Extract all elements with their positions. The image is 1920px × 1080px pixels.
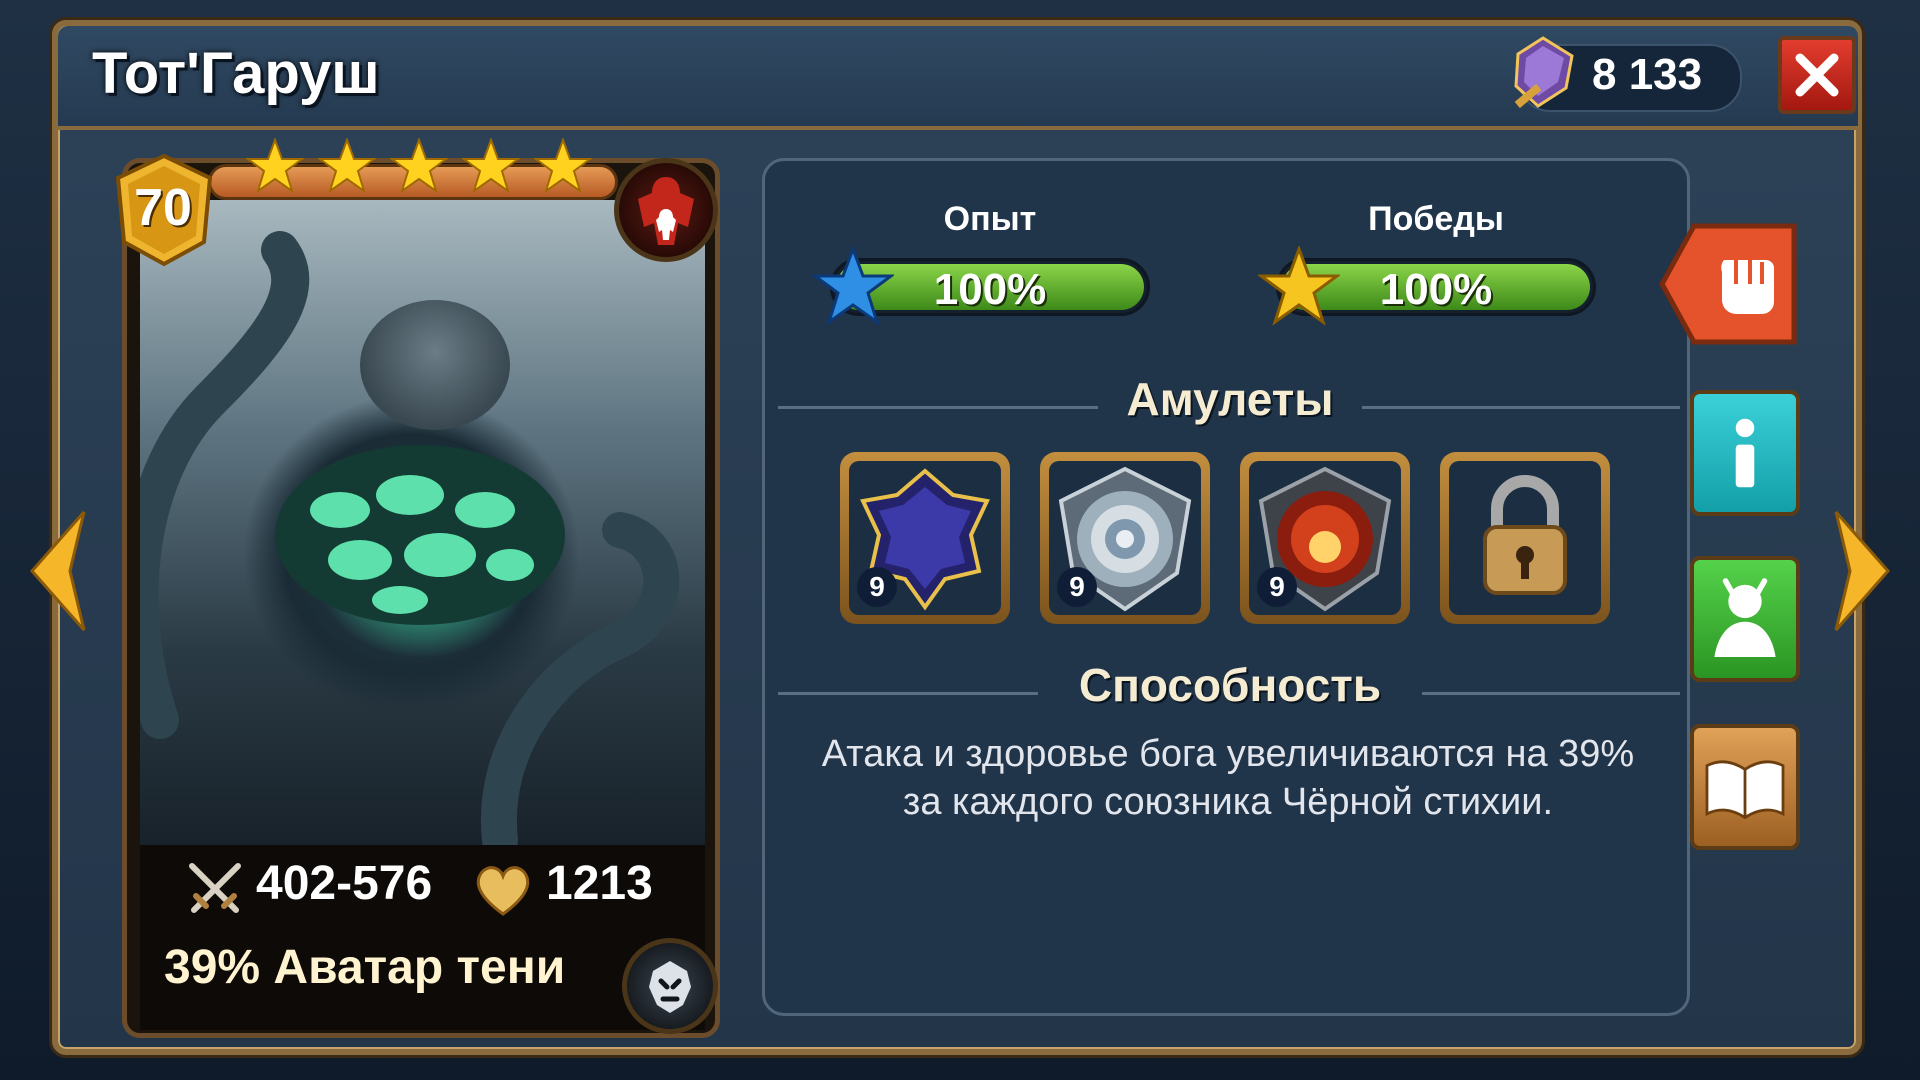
info-icon bbox=[1735, 418, 1755, 488]
amulet-level: 9 bbox=[857, 567, 897, 607]
star-icon bbox=[390, 138, 448, 194]
lock-icon bbox=[1483, 475, 1567, 595]
amulet-slot-dark[interactable]: 9 bbox=[840, 452, 1010, 624]
fist-icon bbox=[1659, 223, 1797, 345]
divider bbox=[778, 692, 1038, 695]
amulet-level: 9 bbox=[1257, 567, 1297, 607]
ability-line-1: Атака и здоровье бога увеличиваются на 3… bbox=[821, 733, 1635, 775]
ability-line-2: за каждого союзника Чёрной стихии. bbox=[902, 781, 1554, 823]
divider bbox=[778, 406, 1098, 409]
team-icon bbox=[1714, 578, 1776, 658]
crossed-swords-icon bbox=[189, 863, 241, 913]
blue-star-icon bbox=[812, 246, 894, 326]
heart-icon bbox=[476, 866, 530, 916]
divider bbox=[1422, 692, 1680, 695]
health-value: 1213 bbox=[546, 857, 653, 910]
divider bbox=[1362, 406, 1680, 409]
attack-value: 402-576 bbox=[256, 857, 433, 910]
close-button[interactable] bbox=[1778, 36, 1856, 114]
team-button[interactable] bbox=[1690, 556, 1800, 682]
amulets-title: Амулеты bbox=[1126, 373, 1334, 425]
book-icon bbox=[1705, 760, 1785, 820]
shadow-element-icon bbox=[622, 938, 718, 1034]
star-icon bbox=[462, 138, 520, 194]
warrior-class-icon bbox=[614, 158, 718, 262]
gold-star-icon bbox=[1258, 246, 1340, 326]
hero-portrait bbox=[140, 200, 705, 845]
creature-head bbox=[360, 300, 510, 430]
hero-name: Тот'Гаруш bbox=[92, 41, 380, 106]
amulet-slot-fire[interactable]: 9 bbox=[1240, 452, 1410, 624]
crystal-icon bbox=[1514, 36, 1574, 109]
experience-label: Опыт bbox=[943, 200, 1037, 238]
tentacle-right bbox=[480, 512, 680, 845]
wins-label: Победы bbox=[1368, 200, 1504, 238]
book-button[interactable] bbox=[1690, 724, 1800, 850]
skill-name: 39% Аватар тени bbox=[164, 941, 566, 994]
ability-title: Способность bbox=[1078, 659, 1382, 711]
star-icon bbox=[534, 138, 592, 194]
amulet-slot-locked[interactable] bbox=[1440, 452, 1610, 624]
info-button[interactable] bbox=[1690, 390, 1800, 516]
star-icon bbox=[318, 138, 376, 194]
star-icon bbox=[246, 138, 304, 194]
hero-level: 70 bbox=[134, 179, 192, 237]
next-hero-arrow[interactable] bbox=[1832, 508, 1894, 634]
currency-value: 8 133 bbox=[1592, 50, 1703, 99]
ability-description: Атака и здоровье бога увеличиваются на 3… bbox=[778, 730, 1678, 826]
amulet-slot-air[interactable]: 9 bbox=[1040, 452, 1210, 624]
amulet-level: 9 bbox=[1057, 567, 1097, 607]
close-icon bbox=[1795, 53, 1839, 97]
fight-button[interactable] bbox=[1658, 222, 1798, 346]
previous-hero-arrow[interactable] bbox=[26, 508, 88, 634]
